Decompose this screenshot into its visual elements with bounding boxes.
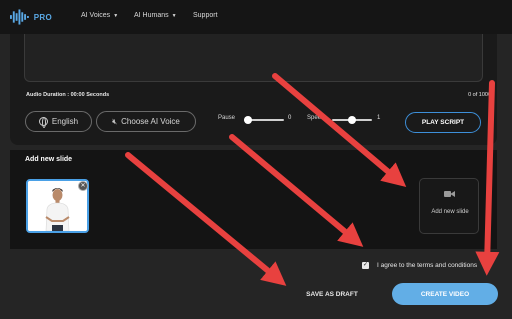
app-page: PRO AI Voices ▼ AI Humans ▼ Support Audi… [0, 0, 512, 319]
chevron-down-icon: ▼ [171, 12, 177, 19]
nav-support-label: Support [193, 12, 218, 19]
chevron-down-icon: ▼ [113, 12, 119, 19]
brand-logo[interactable]: PRO [10, 8, 52, 26]
choose-voice-button[interactable]: 🔇︎ Choose AI Voice [96, 111, 196, 132]
globe-icon [38, 117, 48, 128]
pause-label: Pause [218, 115, 236, 121]
create-video-button[interactable]: CREATE VIDEO [392, 283, 498, 305]
slides-section: Add new slide ✕ Add new slide [10, 150, 497, 249]
audio-duration: Audio Duration : 00:00 Seconds [26, 92, 110, 98]
logo-waveform-icon [10, 9, 29, 25]
play-script-button[interactable]: PLAY SCRIPT [405, 112, 481, 133]
script-textarea[interactable] [24, 34, 483, 82]
language-selector[interactable]: English [25, 111, 92, 132]
terms-label: I agree to the terms and conditions [377, 262, 478, 269]
speed-label: Speed [307, 115, 325, 121]
remove-slide-button[interactable]: ✕ [78, 181, 88, 191]
pause-value: 0 [288, 115, 292, 121]
speed-slider-handle[interactable] [348, 116, 356, 124]
pause-slider-handle[interactable] [244, 116, 252, 124]
nav-ai-humans[interactable]: AI Humans ▼ [134, 12, 177, 19]
speed-value: 1 [377, 115, 381, 121]
nav-support[interactable]: Support [193, 12, 218, 19]
video-camera-icon [444, 191, 455, 197]
slides-title: Add new slide [25, 156, 73, 163]
nav-ai-voices-label: AI Voices [81, 12, 111, 19]
language-label: English [51, 117, 79, 126]
top-nav: PRO AI Voices ▼ AI Humans ▼ Support [0, 0, 512, 34]
nav-ai-humans-label: AI Humans [134, 12, 169, 19]
character-count: 0 of 1000 [468, 92, 491, 98]
terms-checkbox[interactable]: ✓ [362, 262, 369, 269]
add-new-slide-label: Add new slide [431, 209, 469, 215]
save-as-draft-button[interactable]: SAVE AS DRAFT [292, 286, 372, 302]
choose-voice-label: Choose AI Voice [121, 117, 180, 126]
nav-ai-voices[interactable]: AI Voices ▼ [81, 12, 118, 19]
add-new-slide-button[interactable]: Add new slide [419, 178, 479, 234]
brand-label: PRO [33, 12, 52, 22]
script-panel: Audio Duration : 00:00 Seconds 0 of 1000… [10, 34, 497, 145]
mute-icon: 🔇︎ [112, 116, 118, 126]
